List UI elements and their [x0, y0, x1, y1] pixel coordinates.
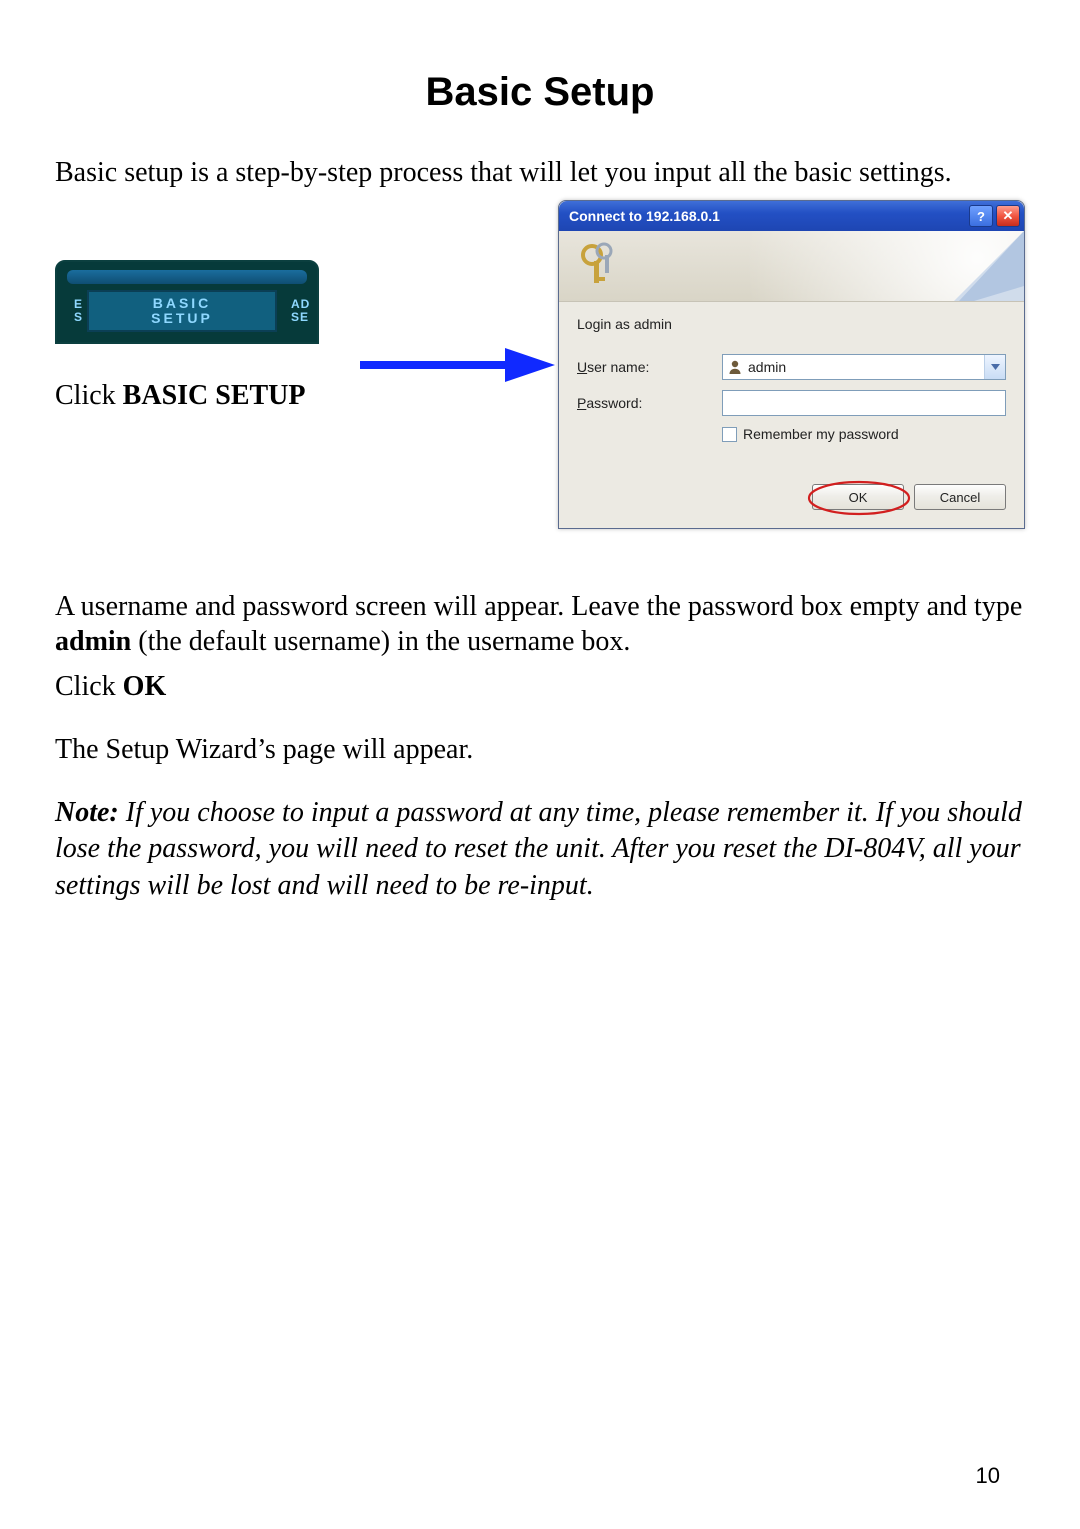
cancel-button-label: Cancel [940, 490, 980, 505]
password-row: Password: [577, 390, 1006, 416]
dialog-title-text: Connect to 192.168.0.1 [569, 208, 966, 224]
basic-setup-tab-graphic: E S BASIC SETUP AD SE [55, 260, 319, 344]
intro-paragraph: Basic setup is a step-by-step process th… [55, 155, 1025, 190]
help-button[interactable]: ? [969, 205, 993, 227]
dialog-prompt: Login as admin [577, 316, 1006, 332]
manual-page: Basic Setup Basic setup is a step-by-ste… [0, 0, 1080, 1529]
cancel-button[interactable]: Cancel [914, 484, 1006, 510]
setup-wizard-paragraph: The Setup Wizard’s page will appear. [55, 732, 1025, 767]
close-button[interactable]: ✕ [996, 205, 1020, 227]
chevron-down-icon [991, 364, 1000, 370]
question-icon: ? [977, 209, 985, 224]
left-illustration: E S BASIC SETUP AD SE [55, 200, 555, 412]
user-icon [727, 359, 743, 375]
click-ok-line: Click OK [55, 669, 1025, 704]
username-dropdown-button[interactable] [984, 355, 1005, 379]
right-illustration: Connect to 192.168.0.1 ? ✕ [555, 200, 1025, 529]
username-label: User name: [577, 359, 722, 375]
page-number: 10 [976, 1463, 1000, 1489]
dialog-button-row: OK Cancel [577, 484, 1006, 510]
username-instruction-paragraph: A username and password screen will appe… [55, 589, 1025, 659]
red-circle-annotation-icon [805, 479, 913, 517]
note-paragraph: Note: If you choose to input a password … [55, 795, 1025, 904]
username-row: User name: admin [577, 354, 1006, 380]
page-title: Basic Setup [55, 70, 1025, 115]
tab-edge-left: E S [61, 292, 83, 330]
dialog-header-strip [559, 231, 1024, 302]
auth-dialog: Connect to 192.168.0.1 ? ✕ [558, 200, 1025, 529]
dialog-titlebar: Connect to 192.168.0.1 ? ✕ [559, 201, 1024, 231]
dialog-body: Login as admin User name: admin [559, 302, 1024, 528]
keys-icon [574, 241, 622, 289]
remember-row: Remember my password [722, 426, 1006, 442]
username-input[interactable]: admin [722, 354, 1006, 380]
close-icon: ✕ [1003, 208, 1014, 224]
blue-arrow-icon [355, 340, 555, 390]
password-label: Password: [577, 395, 722, 411]
password-input[interactable] [722, 390, 1006, 416]
tab-edge-right: AD SE [291, 292, 313, 330]
ok-button[interactable]: OK [812, 484, 904, 510]
remember-label: Remember my password [743, 426, 899, 442]
header-art-icon [904, 231, 1024, 301]
illustration-row: E S BASIC SETUP AD SE [55, 200, 1025, 529]
username-value: admin [748, 359, 984, 375]
basic-setup-tab-graphic-wrap: E S BASIC SETUP AD SE [55, 260, 555, 360]
tab-center: BASIC SETUP [87, 290, 277, 332]
remember-checkbox[interactable] [722, 427, 737, 442]
